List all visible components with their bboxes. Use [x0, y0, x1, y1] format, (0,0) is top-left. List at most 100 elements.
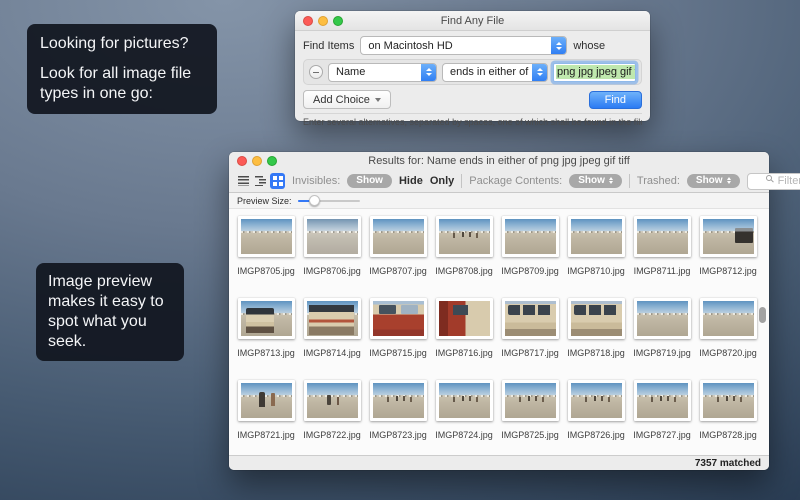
hierarchy-view-button[interactable] — [253, 173, 268, 189]
file-item[interactable]: IMGP8708.jpg — [431, 213, 497, 295]
package-contents-value: Show — [578, 175, 605, 186]
list-view-button[interactable] — [236, 173, 251, 189]
file-name: IMGP8712.jpg — [699, 266, 757, 276]
file-item[interactable]: IMGP8712.jpg — [695, 213, 761, 295]
file-item[interactable]: IMGP8717.jpg — [497, 295, 563, 377]
file-name: IMGP8722.jpg — [303, 430, 361, 440]
add-choice-button[interactable]: Add Choice — [303, 90, 391, 109]
file-thumbnail[interactable] — [304, 298, 361, 339]
minimize-button-icon[interactable] — [252, 156, 262, 166]
file-thumbnail[interactable] — [370, 298, 427, 339]
invisibles-show-label: Show — [356, 175, 383, 186]
file-item[interactable]: IMGP8718.jpg — [563, 295, 629, 377]
file-thumbnail[interactable] — [502, 380, 559, 421]
toolbar-divider — [461, 174, 462, 188]
file-thumbnail[interactable] — [304, 380, 361, 421]
remove-condition-button[interactable] — [309, 65, 323, 79]
condition-operator-value: ends in either of — [450, 66, 528, 78]
button-row: Add Choice Find — [303, 90, 642, 109]
find-button[interactable]: Find — [589, 91, 642, 109]
file-thumbnail[interactable] — [238, 298, 295, 339]
file-thumbnail[interactable] — [634, 216, 691, 257]
scope-popup-button[interactable]: on Macintosh HD — [360, 36, 567, 55]
thumbnail-image — [637, 301, 688, 336]
file-item[interactable]: IMGP8723.jpg — [365, 377, 431, 455]
package-contents-label: Package Contents: — [469, 175, 562, 187]
preview-size-slider[interactable] — [298, 195, 360, 207]
file-thumbnail[interactable] — [436, 216, 493, 257]
file-thumbnail[interactable] — [700, 216, 757, 257]
condition-operator-popup[interactable]: ends in either of — [442, 63, 548, 82]
file-thumbnail[interactable] — [568, 216, 625, 257]
file-item[interactable]: IMGP8715.jpg — [365, 295, 431, 377]
filter-field-wrap — [747, 171, 800, 190]
file-item[interactable]: IMGP8724.jpg — [431, 377, 497, 455]
file-item[interactable]: IMGP8713.jpg — [233, 295, 299, 377]
file-thumbnail[interactable] — [502, 298, 559, 339]
invisibles-show-option[interactable]: Show — [347, 174, 392, 188]
invisibles-hide-option[interactable]: Hide — [399, 175, 423, 187]
file-thumbnail[interactable] — [568, 380, 625, 421]
condition-value-text: png jpg jpeg gif tiff — [556, 65, 636, 79]
file-thumbnail[interactable] — [436, 380, 493, 421]
file-thumbnail[interactable] — [568, 298, 625, 339]
file-item[interactable]: IMGP8719.jpg — [629, 295, 695, 377]
vertical-scrollbar[interactable] — [759, 307, 766, 323]
grid-view-button[interactable] — [270, 173, 285, 189]
file-name: IMGP8720.jpg — [699, 348, 757, 358]
file-name: IMGP8710.jpg — [567, 266, 625, 276]
file-thumbnail[interactable] — [700, 380, 757, 421]
find-window-titlebar[interactable]: Find Any File — [295, 11, 650, 31]
slider-thumb[interactable] — [309, 195, 320, 206]
scope-row: Find Items on Macintosh HD whose — [303, 35, 642, 56]
list-view-icon — [238, 176, 249, 186]
file-thumbnail[interactable] — [634, 298, 691, 339]
file-thumbnail[interactable] — [304, 216, 361, 257]
file-thumbnail[interactable] — [370, 380, 427, 421]
file-item[interactable]: IMGP8707.jpg — [365, 213, 431, 295]
file-item[interactable]: IMGP8716.jpg — [431, 295, 497, 377]
file-item[interactable]: IMGP8726.jpg — [563, 377, 629, 455]
file-item[interactable]: IMGP8722.jpg — [299, 377, 365, 455]
file-item[interactable]: IMGP8725.jpg — [497, 377, 563, 455]
thumbnail-image — [373, 301, 424, 336]
file-item[interactable]: IMGP8710.jpg — [563, 213, 629, 295]
thumbnail-image — [307, 383, 358, 418]
file-name: IMGP8724.jpg — [435, 430, 493, 440]
file-name: IMGP8718.jpg — [567, 348, 625, 358]
package-contents-popup[interactable]: Show — [569, 174, 622, 188]
file-thumbnail[interactable] — [238, 216, 295, 257]
file-item[interactable]: IMGP8720.jpg — [695, 295, 761, 377]
thumbnail-image — [505, 301, 556, 336]
file-item[interactable]: IMGP8728.jpg — [695, 377, 761, 455]
trashed-popup[interactable]: Show — [687, 174, 740, 188]
file-name: IMGP8726.jpg — [567, 430, 625, 440]
results-window-titlebar[interactable]: Results for: Name ends in either of png … — [229, 152, 769, 169]
file-item[interactable]: IMGP8721.jpg — [233, 377, 299, 455]
zoom-button-icon[interactable] — [333, 16, 343, 26]
file-item[interactable]: IMGP8711.jpg — [629, 213, 695, 295]
file-item[interactable]: IMGP8706.jpg — [299, 213, 365, 295]
file-thumbnail[interactable] — [370, 216, 427, 257]
file-thumbnail[interactable] — [238, 380, 295, 421]
close-button-icon[interactable] — [237, 156, 247, 166]
file-item[interactable]: IMGP8705.jpg — [233, 213, 299, 295]
window-title: Results for: Name ends in either of png … — [368, 155, 630, 167]
callout-line: Looking for pictures? — [40, 34, 204, 54]
condition-value-input[interactable]: png jpg jpeg gif tiff — [553, 63, 636, 82]
file-item[interactable]: IMGP8727.jpg — [629, 377, 695, 455]
file-item[interactable]: IMGP8709.jpg — [497, 213, 563, 295]
close-button-icon[interactable] — [303, 16, 313, 26]
zoom-button-icon[interactable] — [267, 156, 277, 166]
condition-row: Name ends in either of png jpg jpeg gif … — [303, 59, 642, 85]
file-name: IMGP8707.jpg — [369, 266, 427, 276]
minimize-button-icon[interactable] — [318, 16, 328, 26]
file-thumbnail[interactable] — [700, 298, 757, 339]
condition-field-popup[interactable]: Name — [328, 63, 437, 82]
file-thumbnail[interactable] — [436, 298, 493, 339]
file-item[interactable]: IMGP8714.jpg — [299, 295, 365, 377]
invisibles-only-option[interactable]: Only — [430, 175, 454, 187]
file-thumbnail[interactable] — [502, 216, 559, 257]
file-thumbnail[interactable] — [634, 380, 691, 421]
condition-field-value: Name — [336, 66, 365, 78]
